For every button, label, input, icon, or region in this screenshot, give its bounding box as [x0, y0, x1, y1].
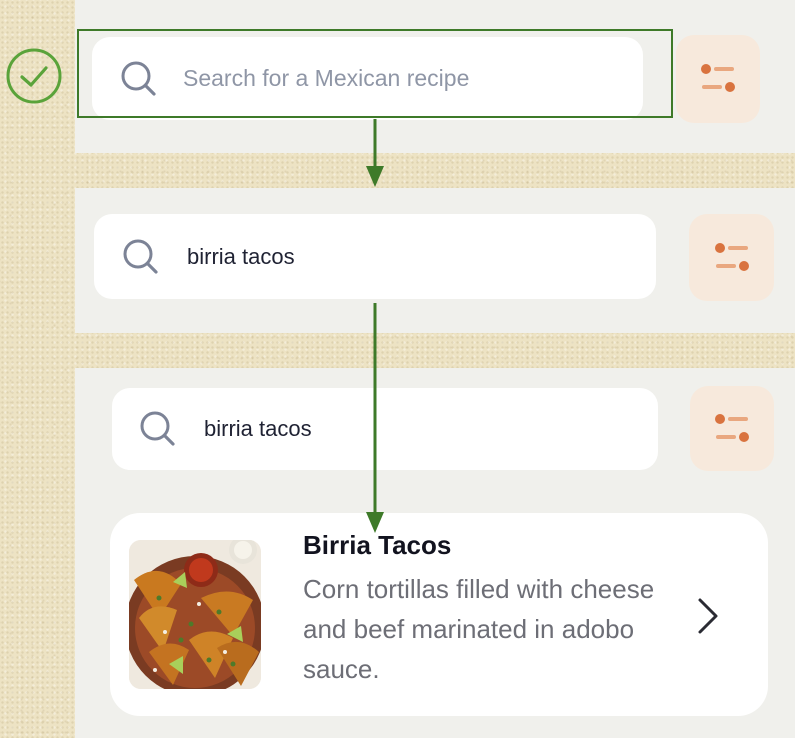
check-circle-icon — [6, 48, 62, 104]
filter-icon — [701, 64, 735, 92]
filter-icon — [715, 413, 749, 442]
search-icon — [140, 411, 175, 446]
chevron-right-icon[interactable] — [695, 596, 721, 636]
search-bar-results[interactable]: birria tacos — [112, 388, 658, 470]
search-placeholder: Search for a Mexican recipe — [183, 65, 470, 91]
search-query: birria tacos — [187, 243, 295, 269]
filter-button[interactable] — [689, 214, 774, 301]
recipe-description: Corn tortillas filled with cheese and be… — [303, 574, 655, 684]
filter-button[interactable] — [676, 35, 760, 123]
search-icon — [123, 239, 158, 274]
search-query: birria tacos — [204, 416, 312, 441]
search-icon — [121, 61, 156, 96]
filter-button[interactable] — [690, 386, 774, 471]
recipe-title: Birria Tacos — [303, 530, 452, 560]
recipe-result-card[interactable]: Birria Tacos Corn tortillas filled with … — [110, 513, 768, 716]
search-bar-empty[interactable]: Search for a Mexican recipe — [92, 37, 643, 120]
filter-icon — [714, 242, 749, 271]
search-bar-filled[interactable]: birria tacos — [94, 214, 656, 299]
recipe-thumbnail — [129, 540, 261, 689]
